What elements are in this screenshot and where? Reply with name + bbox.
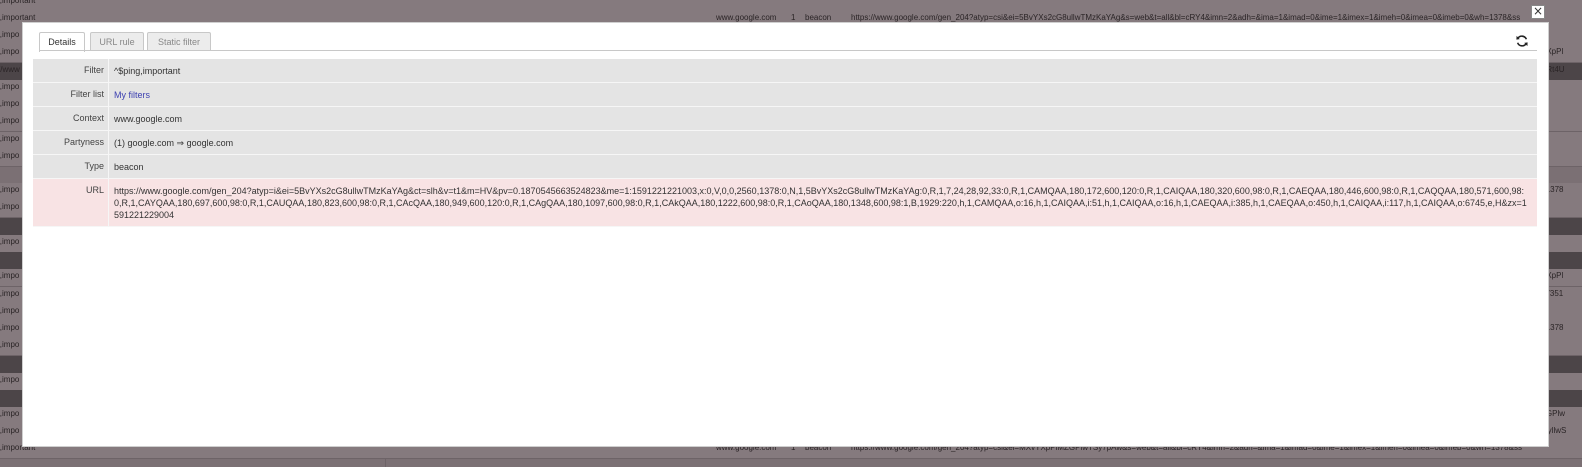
- filter-list-value: My filters: [109, 83, 1537, 106]
- tab-static-filter[interactable]: Static filter: [147, 32, 211, 51]
- tab-divider: [39, 50, 1537, 51]
- logger-cell: beacon: [805, 13, 832, 22]
- detail-label: URL: [33, 179, 109, 226]
- tab-url-rule[interactable]: URL rule: [90, 32, 144, 51]
- partyness-value: (1) google.com ⇒ google.com: [114, 138, 234, 148]
- detail-label: Partyness: [33, 131, 109, 154]
- logger-cell: j,important: [0, 13, 36, 22]
- detail-row-context: Context www.google.com: [33, 107, 1537, 131]
- filter-list-link[interactable]: My filters: [114, 90, 150, 100]
- details-table: Filter ^$ping,important Filter list My f…: [33, 59, 1537, 227]
- filter-value: ^$ping,important: [114, 66, 181, 76]
- detail-label: Filter list: [33, 83, 109, 106]
- detail-label: Filter: [33, 59, 109, 82]
- detail-label: Type: [33, 155, 109, 178]
- details-modal: Details URL rule Static filter Filter ^$…: [22, 22, 1549, 447]
- detail-label: Context: [33, 107, 109, 130]
- context-value: www.google.com: [114, 114, 183, 124]
- detail-row-url: URL https://www.google.com/gen_204?atyp=…: [33, 179, 1537, 227]
- refresh-icon[interactable]: [1515, 34, 1529, 48]
- logger-cell: 1: [791, 13, 796, 22]
- detail-row-filter: Filter ^$ping,important: [33, 59, 1537, 83]
- detail-row-type: Type beacon: [33, 155, 1537, 179]
- logger-cell: www.google.com: [716, 13, 777, 22]
- url-value: https://www.google.com/gen_204?atyp=i&ei…: [114, 186, 1527, 220]
- detail-row-partyness: Partyness (1) google.com ⇒ google.com: [33, 131, 1537, 155]
- close-button[interactable]: ×: [1531, 5, 1545, 19]
- detail-row-filter-list: Filter list My filters: [33, 83, 1537, 107]
- logger-cell: j,important: [0, 0, 36, 5]
- tab-details[interactable]: Details: [39, 32, 85, 52]
- logger-cell: https://www.google.com/gen_204?atyp=csi&…: [851, 13, 1521, 22]
- type-value: beacon: [114, 162, 144, 172]
